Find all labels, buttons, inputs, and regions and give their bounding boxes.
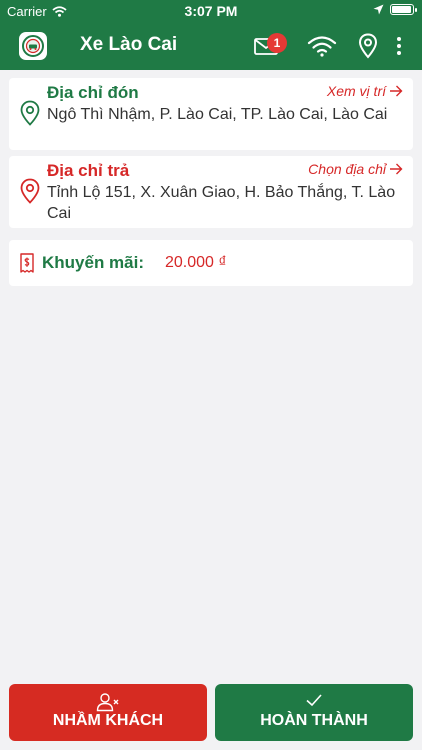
dropoff-title: Địa chỉ trả xyxy=(47,161,130,180)
pickup-address-card: Địa chỉ đón Xem vị trí Ngô Thì Nhậm, P. … xyxy=(9,78,413,150)
app-title: Xe Lào Cai xyxy=(80,34,178,55)
notification-badge: 1 xyxy=(267,33,287,53)
promo-value: 20.000 ₫ xyxy=(165,254,227,271)
check-icon xyxy=(215,692,413,712)
pickup-location-icon xyxy=(20,100,40,126)
battery-level xyxy=(392,6,411,13)
wifi-icon[interactable] xyxy=(306,32,338,60)
app-header: Carrier 3:07 PM Xe Lào Cai 1 xyxy=(0,0,422,70)
view-location-label: Xem vị trí xyxy=(326,83,386,99)
receipt-dollar-icon xyxy=(20,253,34,273)
wrong-customer-label: NHẦM KHÁCH xyxy=(52,712,164,729)
pickup-address: Ngô Thì Nhậm, P. Lào Cai, TP. Lào Cai, L… xyxy=(47,106,388,123)
location-pin-icon[interactable] xyxy=(356,32,380,60)
app-logo-icon xyxy=(19,32,47,60)
dropoff-address-card: Địa chỉ trả Chọn địa chỉ Tỉnh Lộ 151, X.… xyxy=(9,156,413,228)
dropoff-location-icon xyxy=(20,178,40,204)
location-arrow-icon xyxy=(373,4,384,15)
more-vertical-icon[interactable] xyxy=(389,32,409,60)
pickup-title: Địa chỉ đón xyxy=(47,83,139,102)
choose-address-label: Chọn địa chỉ xyxy=(308,161,386,177)
user-remove-icon xyxy=(9,692,207,712)
arrow-right-icon xyxy=(390,163,403,175)
promo-card: Khuyến mãi: 20.000 ₫ xyxy=(9,240,413,286)
complete-label: HOÀN THÀNH xyxy=(260,712,368,729)
choose-address-link[interactable]: Chọn địa chỉ xyxy=(308,161,403,177)
dropoff-address: Tỉnh Lộ 151, X. Xuân Giao, H. Bảo Thắng,… xyxy=(47,184,396,222)
wrong-customer-button[interactable]: NHẦM KHÁCH xyxy=(9,684,207,741)
clock: 3:07 PM xyxy=(184,3,238,19)
promo-label: Khuyến mãi: xyxy=(42,253,145,272)
view-location-link[interactable]: Xem vị trí xyxy=(327,83,403,99)
complete-button[interactable]: HOÀN THÀNH xyxy=(215,684,413,741)
status-icons xyxy=(373,4,417,15)
arrow-right-icon xyxy=(390,85,403,97)
status-bar: Carrier 3:07 PM xyxy=(0,0,422,22)
battery-icon xyxy=(390,4,417,15)
